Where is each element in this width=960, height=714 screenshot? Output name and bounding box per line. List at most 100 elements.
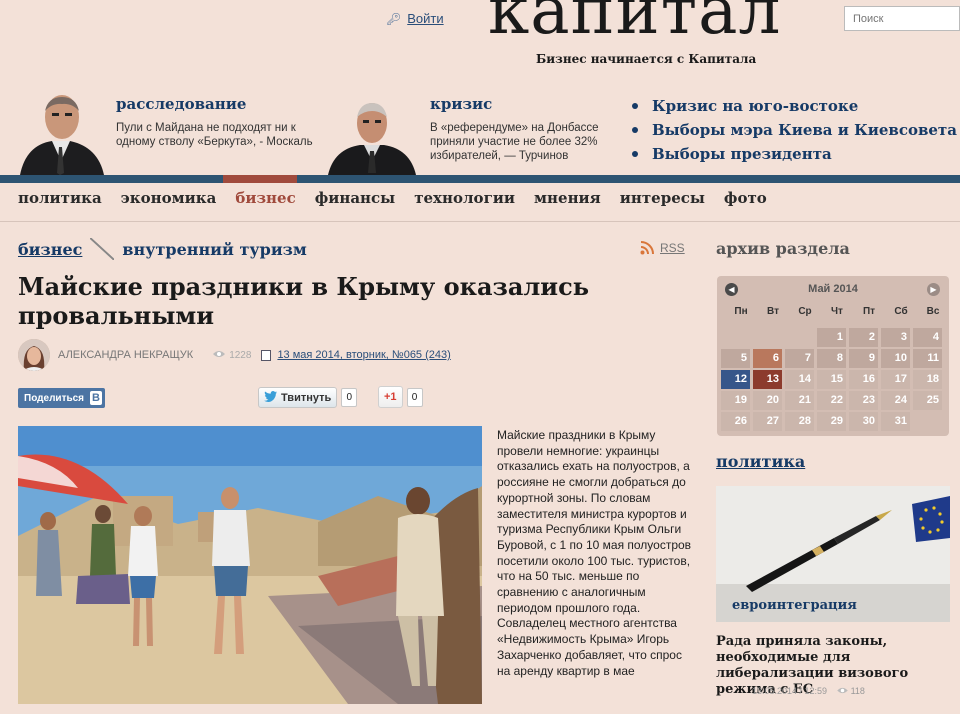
- featured-title-1[interactable]: расследование: [116, 95, 246, 113]
- hot-topic-link[interactable]: Кризис на юго-востоке: [632, 94, 957, 118]
- calendar-day: 29: [817, 412, 846, 431]
- calendar-day[interactable]: 12: [721, 370, 750, 389]
- login-link[interactable]: 🔑︎ Войти: [386, 11, 444, 26]
- sidebar-news-views: 118: [837, 686, 865, 696]
- eye-icon: [837, 687, 848, 694]
- calendar-day[interactable]: 4: [913, 328, 942, 347]
- key-icon: 🔑︎: [386, 11, 402, 26]
- calendar-empty-cell: [753, 328, 782, 347]
- gplus-button[interactable]: +1: [378, 386, 403, 408]
- nav-item-tehnologii[interactable]: технологии: [414, 189, 515, 217]
- sidebar-section-title[interactable]: политика: [716, 452, 805, 471]
- document-icon: [261, 349, 272, 361]
- breadcrumb: бизнес внутренний туризм: [18, 238, 307, 260]
- article-title: Майские праздники в Крыму оказались пров…: [18, 272, 590, 330]
- view-count: 1228: [229, 349, 252, 361]
- google-plus-icon: +1: [384, 391, 397, 403]
- rss-link[interactable]: RSS: [640, 241, 685, 255]
- calendar-month: Май 2014: [808, 283, 858, 295]
- share-vk-button[interactable]: Поделиться В: [18, 388, 105, 408]
- calendar-day: 23: [849, 391, 878, 410]
- calendar-day: 25: [913, 391, 942, 410]
- nav-color-bar: [0, 175, 960, 183]
- breadcrumb-section[interactable]: бизнес: [18, 240, 82, 259]
- calendar-day[interactable]: 1: [817, 328, 846, 347]
- hot-topic-link[interactable]: Выборы мэра Киева и Киевсовета: [632, 118, 957, 142]
- author-avatar[interactable]: [18, 339, 50, 371]
- tweet-label: Твитнуть: [281, 391, 332, 404]
- featured-photo-2[interactable]: [326, 101, 418, 175]
- calendar-empty-cell: [721, 328, 750, 347]
- featured-text-2[interactable]: В «референдуме» на Донбассе приняли учас…: [430, 121, 620, 163]
- calendar-day[interactable]: 5: [721, 349, 750, 368]
- nav-item-biznes[interactable]: бизнес: [235, 189, 295, 217]
- issue-label: 13 мая 2014, вторник, №065 (243): [277, 349, 451, 361]
- calendar-day: 26: [721, 412, 750, 431]
- calendar-day: 30: [849, 412, 878, 431]
- calendar-empty-cell: [785, 328, 814, 347]
- nav-item-foto[interactable]: фото: [724, 189, 767, 217]
- calendar-day: 22: [817, 391, 846, 410]
- nav-item-politika[interactable]: политика: [18, 189, 102, 217]
- calendar-prev-icon[interactable]: ◀: [725, 283, 738, 296]
- calendar-day[interactable]: 3: [881, 328, 910, 347]
- rss-icon: [640, 241, 654, 255]
- weekday-label: Сб: [894, 306, 908, 317]
- vk-icon: В: [90, 391, 102, 405]
- search-input[interactable]: [844, 6, 960, 31]
- featured-photo-1[interactable]: [12, 95, 108, 175]
- nav-item-interesy[interactable]: интересы: [620, 189, 705, 217]
- nav-item-mneniya[interactable]: мнения: [534, 189, 601, 217]
- weekday-label: Пт: [862, 306, 876, 317]
- sidebar-news-date: 13.05.2014 / 12:59: [752, 686, 828, 696]
- archive-title: архив раздела: [716, 239, 850, 258]
- calendar-day: 28: [785, 412, 814, 431]
- weekday-label: Вт: [767, 306, 779, 317]
- calendar-next-icon[interactable]: ▶: [927, 283, 940, 296]
- gplus-count: 0: [406, 387, 423, 407]
- calendar-day: 24: [881, 391, 910, 410]
- weekday-label: Ср: [798, 306, 812, 317]
- tweet-widget: Твитнуть 0: [258, 387, 358, 408]
- bullet-icon: [632, 127, 638, 133]
- calendar-day[interactable]: 11: [913, 349, 942, 368]
- breadcrumb-topic[interactable]: внутренний туризм: [122, 240, 306, 259]
- calendar-day: 19: [721, 391, 750, 410]
- calendar-day: 16: [849, 370, 878, 389]
- share-label: Поделиться: [24, 392, 85, 404]
- sidebar-news-meta: 13.05.2014 / 12:59 118: [752, 686, 865, 696]
- calendar-day: 18: [913, 370, 942, 389]
- calendar-day[interactable]: 9: [849, 349, 878, 368]
- featured-text-1[interactable]: Пули с Майдана не подходят ни к одному с…: [116, 121, 321, 149]
- calendar-day: 17: [881, 370, 910, 389]
- calendar-day: 31: [881, 412, 910, 431]
- calendar-day[interactable]: 13: [753, 370, 782, 389]
- weekday-label: Вс: [926, 306, 940, 317]
- bullet-icon: [632, 103, 638, 109]
- tweet-button[interactable]: Твитнуть: [258, 387, 338, 408]
- calendar-day[interactable]: 10: [881, 349, 910, 368]
- nav-item-finansy[interactable]: финансы: [315, 189, 396, 217]
- tweet-count: 0: [341, 388, 358, 407]
- hot-topic-link[interactable]: Выборы президента: [632, 142, 957, 166]
- calendar-day[interactable]: 2: [849, 328, 878, 347]
- calendar-day[interactable]: 8: [817, 349, 846, 368]
- author-name[interactable]: АЛЕКСАНДРА НЕКРАЩУК: [58, 349, 193, 361]
- nav-item-ekonomika[interactable]: экономика: [121, 189, 217, 217]
- calendar-day: 15: [817, 370, 846, 389]
- featured-title-2[interactable]: кризис: [430, 95, 492, 113]
- article-meta: АЛЕКСАНДРА НЕКРАЩУК 1228 13 мая 2014, вт…: [18, 339, 451, 371]
- issue-link[interactable]: 13 мая 2014, вторник, №065 (243): [261, 349, 451, 361]
- nav-active-indicator: [223, 175, 297, 183]
- sidebar-news-tag[interactable]: евроинтеграция: [732, 598, 857, 613]
- archive-calendar: Май 2014 ◀ ▶ Пн Вт Ср Чт Пт Сб Вс 123456…: [717, 276, 949, 436]
- site-tagline: Бизнес начинается с Капитала: [536, 52, 757, 66]
- gplus-widget: +1 0: [378, 386, 423, 408]
- calendar-day[interactable]: 6: [753, 349, 782, 368]
- site-logo[interactable]: капитал: [488, 0, 781, 44]
- weekday-label: Пн: [734, 306, 748, 317]
- article-photo[interactable]: [18, 426, 482, 704]
- calendar-day: 20: [753, 391, 782, 410]
- bullet-icon: [632, 151, 638, 157]
- calendar-day[interactable]: 7: [785, 349, 814, 368]
